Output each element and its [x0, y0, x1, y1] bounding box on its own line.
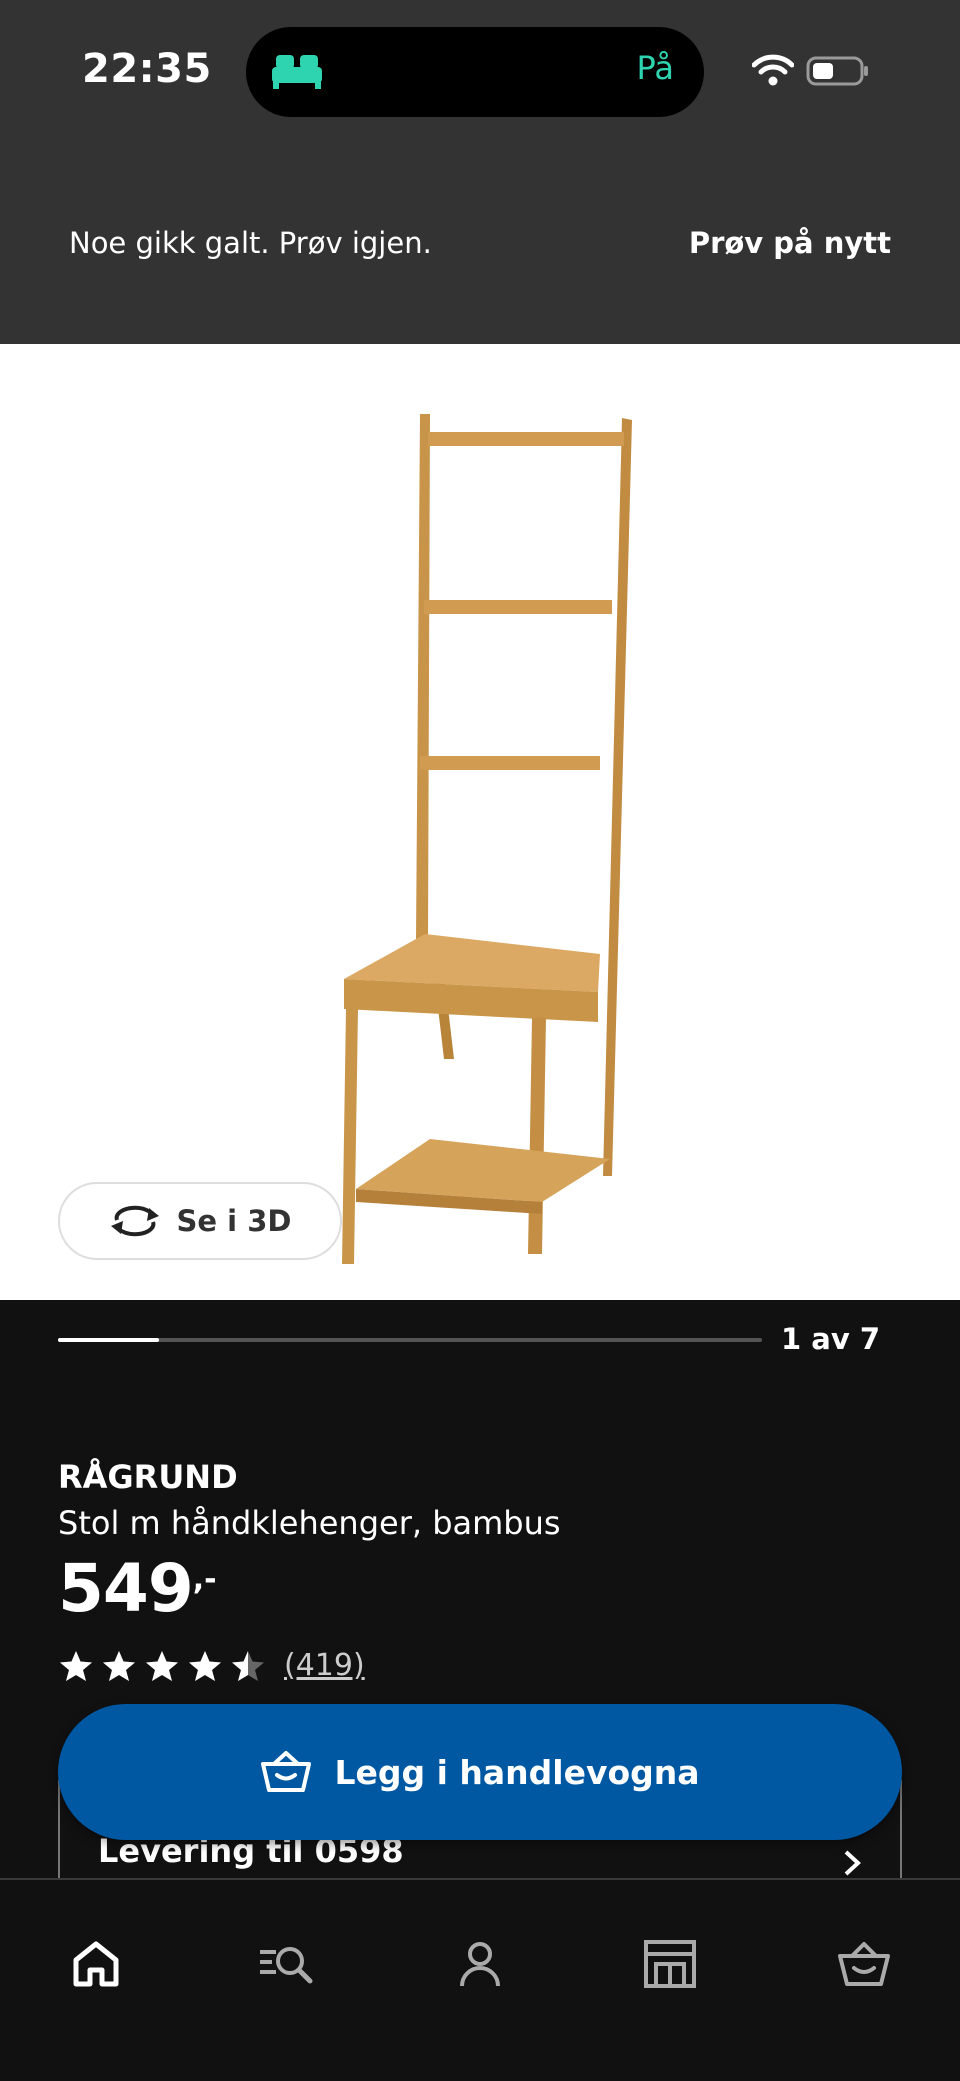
error-message: Noe gikk galt. Prøv igjen.: [69, 226, 432, 260]
gallery-progress-track: [58, 1338, 762, 1342]
rotate-3d-icon: [110, 1205, 159, 1237]
battery-icon: [806, 56, 868, 86]
store-icon[interactable]: [640, 1934, 700, 1994]
view-3d-label: Se i 3D: [176, 1204, 292, 1238]
status-time: 22:35: [82, 46, 212, 92]
wifi-icon: [752, 54, 794, 86]
live-activity-text: På: [636, 49, 674, 87]
home-icon[interactable]: [66, 1934, 126, 1994]
star-icon: [232, 1650, 264, 1681]
product-image-chair: [342, 414, 632, 1264]
retry-button[interactable]: Prøv på nytt: [689, 226, 891, 260]
product-image-gallery[interactable]: Se i 3D: [0, 344, 960, 1300]
app-screen: 22:35 På Noe gikk galt. Prøv igjen. Prøv…: [0, 0, 960, 2081]
gallery-page-indicator: 1 av 7: [780, 1322, 880, 1356]
bed-icon: [272, 55, 322, 89]
star-icon: [146, 1650, 178, 1681]
price-decimal: ,-: [192, 1562, 217, 1597]
gallery-progress-fill: [58, 1338, 159, 1342]
product-name: RÅGRUND: [58, 1458, 238, 1496]
bottom-navigation: [0, 1878, 960, 2081]
dynamic-island[interactable]: På: [246, 27, 704, 117]
product-rating[interactable]: (419): [58, 1648, 365, 1683]
top-header: 22:35 På Noe gikk galt. Prøv igjen. Prøv…: [0, 0, 960, 344]
star-icon: [60, 1650, 92, 1681]
chevron-right-icon: [844, 1850, 861, 1876]
rating-stars: [58, 1649, 266, 1683]
add-to-cart-label: Legg i handlevogna: [334, 1752, 700, 1792]
star-icon: [189, 1650, 221, 1681]
product-description: Stol m håndklehenger, bambus: [58, 1504, 561, 1542]
review-count-link[interactable]: (419): [284, 1648, 365, 1683]
star-icon: [103, 1650, 135, 1681]
add-to-cart-button[interactable]: Legg i handlevogna: [58, 1704, 902, 1840]
price-integer: 549: [58, 1550, 194, 1627]
cart-icon[interactable]: [834, 1934, 894, 1994]
basket-icon: [261, 1751, 312, 1792]
view-3d-button[interactable]: Se i 3D: [58, 1182, 342, 1260]
account-icon[interactable]: [450, 1934, 510, 1994]
product-price: 549 ,-: [58, 1556, 217, 1622]
search-icon[interactable]: [256, 1934, 316, 1994]
